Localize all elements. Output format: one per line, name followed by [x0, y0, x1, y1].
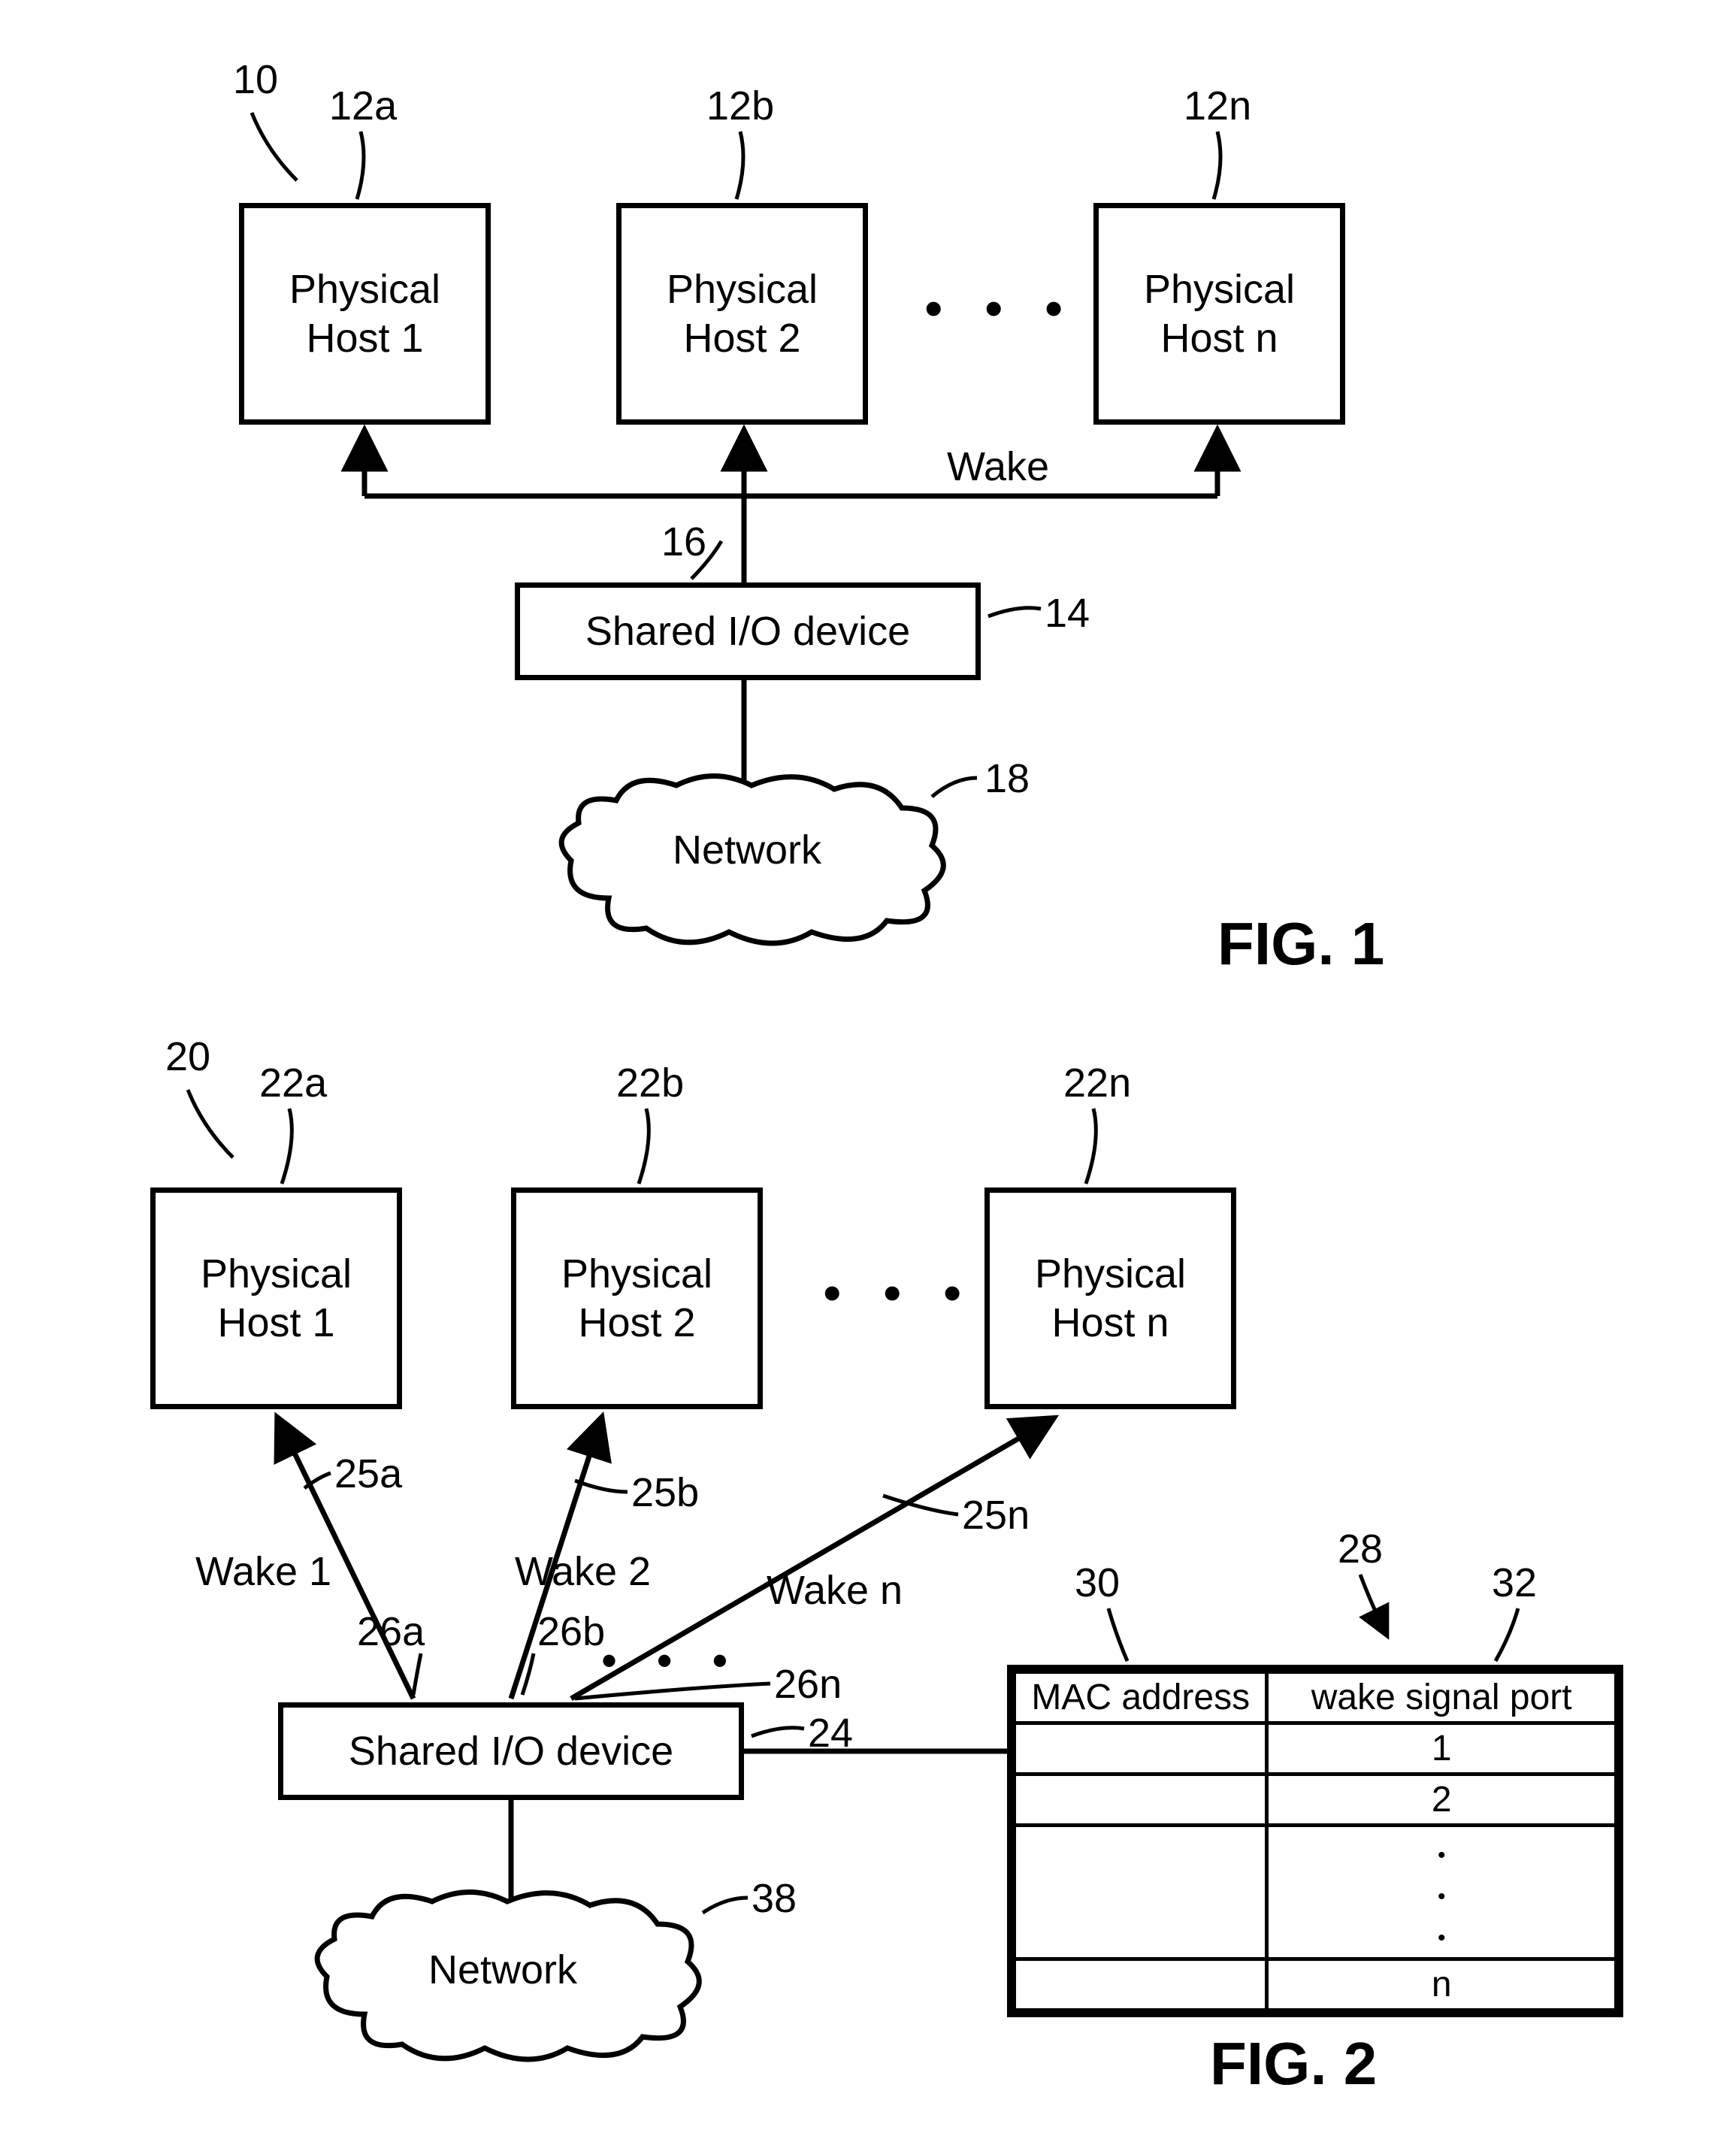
- fig2-net-ref: 38: [752, 1875, 797, 1922]
- fig1-io-ref-top: 16: [661, 519, 706, 565]
- fig1-io-label: Shared I/O device: [585, 607, 910, 656]
- fig2-wake-label-n: Wake n: [767, 1567, 903, 1614]
- fig2-io-box: Shared I/O device: [278, 1702, 744, 1800]
- fig2-port-ref-n: 26n: [774, 1661, 842, 1708]
- fig2-io-label: Shared I/O device: [349, 1727, 673, 1776]
- fig2-caption: FIG. 2: [1210, 2029, 1377, 2098]
- fig1-host-2-ref: 12b: [706, 83, 774, 129]
- fig2-host-2-label: PhysicalHost 2: [561, 1250, 712, 1348]
- fig2-port-ref-1: 26a: [357, 1608, 425, 1655]
- fig1-host-1-ref: 12a: [329, 83, 397, 129]
- fig1-host-2-box: PhysicalHost 2: [616, 203, 868, 425]
- table-row: •••: [1015, 1826, 1617, 1959]
- fig1-io-box: Shared I/O device: [515, 582, 981, 680]
- table-row: n: [1015, 1959, 1617, 2010]
- fig2-ref-main: 20: [165, 1033, 210, 1080]
- fig2-wake-ref-2: 25b: [631, 1469, 699, 1516]
- fig2-wake-label-1: Wake 1: [195, 1548, 331, 1595]
- fig1-host-n-ref: 12n: [1184, 83, 1251, 129]
- fig2-table: MAC address wake signal port 1 2 ••• n: [1007, 1665, 1623, 2017]
- fig1-net-label: Network: [673, 827, 821, 873]
- fig2-table-col2-ref: 32: [1492, 1560, 1537, 1606]
- table-row: 1: [1015, 1723, 1617, 1774]
- table-cell: 1: [1267, 1723, 1617, 1774]
- table-row: 2: [1015, 1774, 1617, 1826]
- fig2-host-1-box: PhysicalHost 1: [150, 1188, 402, 1409]
- fig1-caption: FIG. 1: [1217, 909, 1384, 979]
- table-cell: n: [1267, 1959, 1617, 2010]
- fig1-host-1-box: PhysicalHost 1: [239, 203, 491, 425]
- fig2-table-col1-ref: 30: [1075, 1560, 1120, 1606]
- fig2-host-1-ref: 22a: [259, 1060, 327, 1106]
- fig1-net-ref: 18: [984, 755, 1030, 802]
- fig1-ellipsis: • • •: [924, 278, 1076, 338]
- fig1-io-ref-side: 14: [1045, 590, 1090, 637]
- table-col2-header: wake signal port: [1267, 1672, 1617, 1723]
- fig1-ref-main: 10: [233, 56, 278, 103]
- fig2-port-ellipsis: • • •: [601, 1635, 741, 1687]
- table-col1-header: MAC address: [1015, 1672, 1267, 1723]
- table-cell: 2: [1267, 1774, 1617, 1826]
- fig2-host-2-ref: 22b: [616, 1060, 684, 1106]
- fig2-table-ref-main: 28: [1338, 1526, 1383, 1572]
- fig2-ellipsis: • • •: [823, 1263, 975, 1323]
- fig2-port-ref-2: 26b: [537, 1608, 605, 1655]
- fig2-io-ref: 24: [808, 1710, 853, 1756]
- fig2-host-2-box: PhysicalHost 2: [511, 1188, 763, 1409]
- fig2-host-n-label: PhysicalHost n: [1035, 1250, 1186, 1348]
- fig2-host-1-label: PhysicalHost 1: [201, 1250, 352, 1348]
- fig1-host-2-label: PhysicalHost 2: [667, 265, 818, 363]
- fig2-wake-ref-1: 25a: [334, 1451, 402, 1497]
- fig1-host-1-label: PhysicalHost 1: [289, 265, 440, 363]
- fig1-host-n-box: PhysicalHost n: [1093, 203, 1345, 425]
- fig1-host-n-label: PhysicalHost n: [1144, 265, 1295, 363]
- fig2-host-n-box: PhysicalHost n: [984, 1188, 1236, 1409]
- fig1-wake-label: Wake: [947, 443, 1049, 490]
- table-cell: •••: [1267, 1826, 1617, 1959]
- fig2-wake-label-2: Wake 2: [515, 1548, 651, 1595]
- fig2-net-label: Network: [428, 1947, 577, 1993]
- table-header-row: MAC address wake signal port: [1015, 1672, 1617, 1723]
- fig2-wake-ref-n: 25n: [962, 1492, 1030, 1538]
- fig2-host-n-ref: 22n: [1063, 1060, 1131, 1106]
